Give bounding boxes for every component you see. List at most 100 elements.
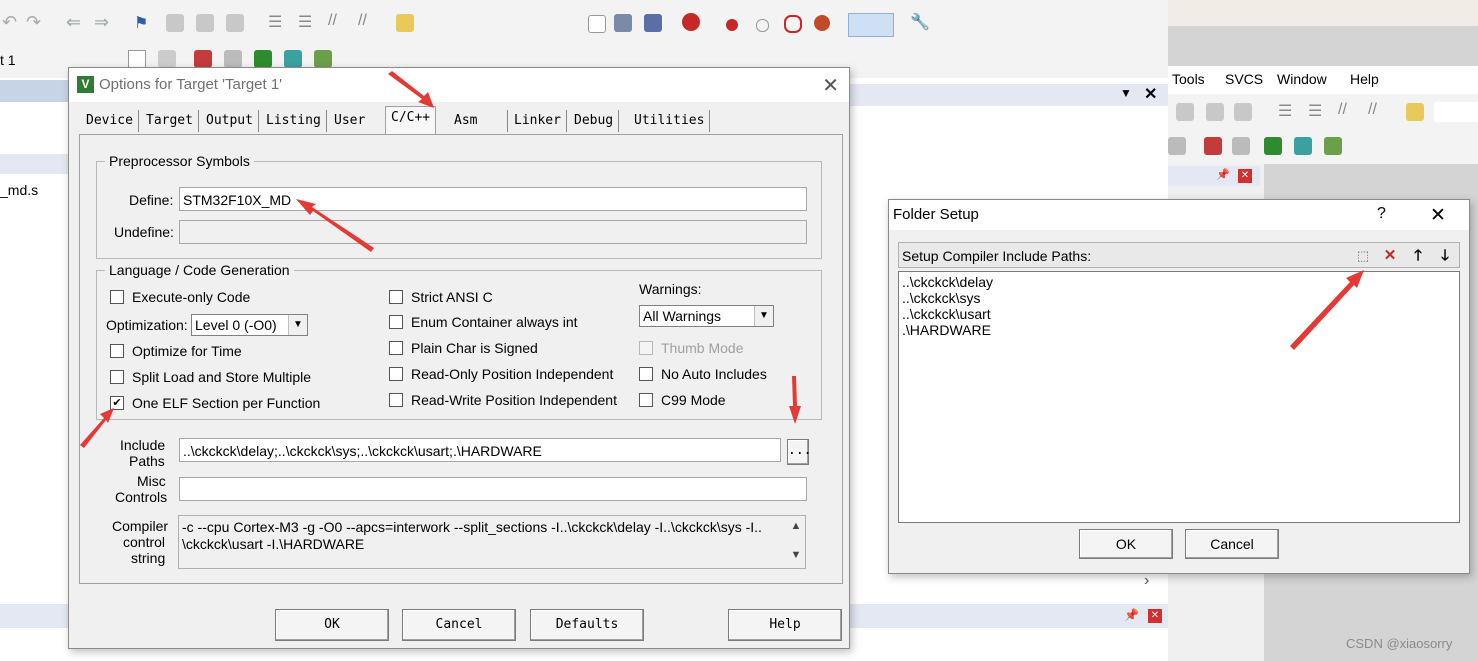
unindent-icon[interactable]: ☰ [1308,101,1322,121]
list-item[interactable]: ..\ckckck\sys [902,290,1456,306]
defaults-button[interactable]: Defaults [530,609,644,641]
bookmark-clear-icon[interactable] [1234,103,1252,121]
comment-icon[interactable]: // [328,12,337,30]
help-icon[interactable]: ? [1377,205,1386,223]
file-extensions-icon[interactable] [1232,137,1250,155]
tab-target[interactable]: Target [141,110,199,132]
list-item[interactable]: ..\ckckck\usart [902,306,1456,322]
manage-components-icon[interactable] [1204,137,1222,155]
move-up-icon[interactable]: 🡑 [1408,246,1428,266]
compiler-control-string[interactable]: -c --cpu Cortex-M3 -g -O0 --apcs=interwo… [178,515,806,569]
incremental-find-icon[interactable] [644,14,662,32]
target-options-icon[interactable] [158,50,176,68]
bookmark-next-icon[interactable] [196,14,214,32]
delete-icon[interactable]: ✕ [1380,246,1400,266]
panel-close-icon[interactable]: ✕ [1238,169,1252,183]
startup-file-item[interactable]: _md.s [0,182,38,198]
tab-utilities[interactable]: Utilities [629,110,711,132]
tab-linker[interactable]: Linker [509,110,567,132]
close-icon[interactable]: ✕ [822,73,839,98]
tab-user[interactable]: User [329,110,370,132]
pack-installer-icon[interactable] [1264,137,1282,155]
list-item[interactable]: .\HARDWARE [902,322,1456,338]
editor-dropdown-icon[interactable]: ▼ [1120,86,1132,100]
find-in-files-icon[interactable] [396,14,414,32]
select-packs-icon[interactable] [1294,137,1312,155]
bookmark-next-icon[interactable] [1206,103,1224,121]
ok-button[interactable]: OK [275,609,389,641]
cancel-button[interactable]: Cancel [1185,529,1279,559]
editor-close-icon[interactable]: ✕ [1144,84,1157,104]
run-time-env-icon[interactable] [1324,137,1342,155]
bookmark-prev-icon[interactable] [166,14,184,32]
breakpoint-disable-icon[interactable] [756,19,769,32]
move-down-icon[interactable]: 🡓 [1435,246,1455,266]
find-combo[interactable] [1434,102,1478,122]
scroll-up-icon[interactable]: ▲ [789,518,803,535]
tab-device[interactable]: Device [81,110,139,132]
select-packs-icon[interactable] [284,50,302,68]
redo-icon[interactable]: ↷ [26,12,41,33]
nav-back-icon[interactable]: ⇐ [66,12,81,33]
undo-icon[interactable]: ↶ [2,12,17,33]
panel-close-icon[interactable]: ✕ [1148,609,1162,623]
split-load-checkbox[interactable] [110,370,124,384]
debug-icon[interactable] [682,13,700,31]
configure-icon[interactable]: 🔧 [910,12,930,32]
include-paths-list[interactable]: ..\ckckck\delay ..\ckckck\sys ..\ckckck\… [898,271,1460,523]
window-layout-dropdown[interactable] [848,13,894,37]
nav-forward-icon[interactable]: ⇒ [94,12,109,33]
tab-debug[interactable]: Debug [569,110,620,132]
include-paths-input[interactable]: ..\ckckck\delay;..\ckckck\sys;..\ckckck\… [179,438,781,462]
warnings-select[interactable]: All Warnings ▼ [639,305,774,327]
define-input[interactable]: STM32F10X_MD [179,187,807,211]
rw-position-checkbox[interactable] [389,393,403,407]
bookmark-prev-icon[interactable] [1176,103,1194,121]
bookmark-clear-icon[interactable] [226,14,244,32]
pack-installer-icon[interactable] [254,50,272,68]
scroll-down-icon[interactable]: ▼ [789,547,803,564]
menu-window[interactable]: Window [1277,71,1327,87]
enum-container-checkbox[interactable] [389,315,403,329]
indent-icon[interactable]: ☰ [1278,101,1292,121]
target-options-icon[interactable] [1168,137,1186,155]
cancel-button[interactable]: Cancel [402,609,516,641]
find-icon[interactable] [614,14,632,32]
unindent-icon[interactable]: ☰ [298,12,312,32]
plain-char-checkbox[interactable] [389,341,403,355]
misc-controls-input[interactable] [179,477,807,501]
bookmark-icon[interactable]: ⚑ [134,13,148,33]
breakpoint-disable-all-icon[interactable] [784,15,802,33]
pin-icon[interactable]: 📌 [1124,608,1139,622]
menu-help[interactable]: Help [1350,71,1379,87]
find-in-files-icon[interactable] [1406,103,1424,121]
uncomment-icon[interactable]: // [1368,101,1377,119]
indent-icon[interactable]: ☰ [268,12,282,32]
pin-icon[interactable]: 📌 [1216,168,1230,181]
ok-button[interactable]: OK [1079,529,1173,559]
uncomment-icon[interactable]: // [358,12,367,30]
strict-ansi-checkbox[interactable] [389,290,403,304]
list-item[interactable]: ..\ckckck\delay [902,274,1456,290]
help-button[interactable]: Help [728,609,842,641]
ro-position-checkbox[interactable] [389,367,403,381]
tab-listing[interactable]: Listing [261,110,327,132]
optimization-select[interactable]: Level 0 (-O0) ▼ [191,314,308,336]
run-time-env-icon[interactable] [314,50,332,68]
breakpoint-kill-all-icon[interactable] [814,15,830,31]
compiler-control-scrollbar[interactable]: ▲ ▼ [789,518,803,564]
breakpoint-icon[interactable] [726,19,738,31]
optimize-for-time-checkbox[interactable] [110,344,124,358]
c99-mode-checkbox[interactable] [639,393,653,407]
one-elf-checkbox[interactable]: ✔ [110,396,124,410]
tab-asm[interactable]: Asm [449,110,508,132]
menu-tools[interactable]: Tools [1172,71,1205,87]
include-paths-browse-button[interactable]: ... [787,439,811,465]
manage-components-icon[interactable] [194,50,212,68]
close-icon[interactable]: ✕ [1430,204,1446,227]
tab-output[interactable]: Output [201,110,259,132]
undefine-input[interactable] [179,220,807,244]
tab-c-cpp[interactable]: C/C++ [385,106,437,135]
scroll-right-icon[interactable]: › [1144,572,1149,590]
new-folder-icon[interactable]: ⬚ [1353,246,1373,266]
